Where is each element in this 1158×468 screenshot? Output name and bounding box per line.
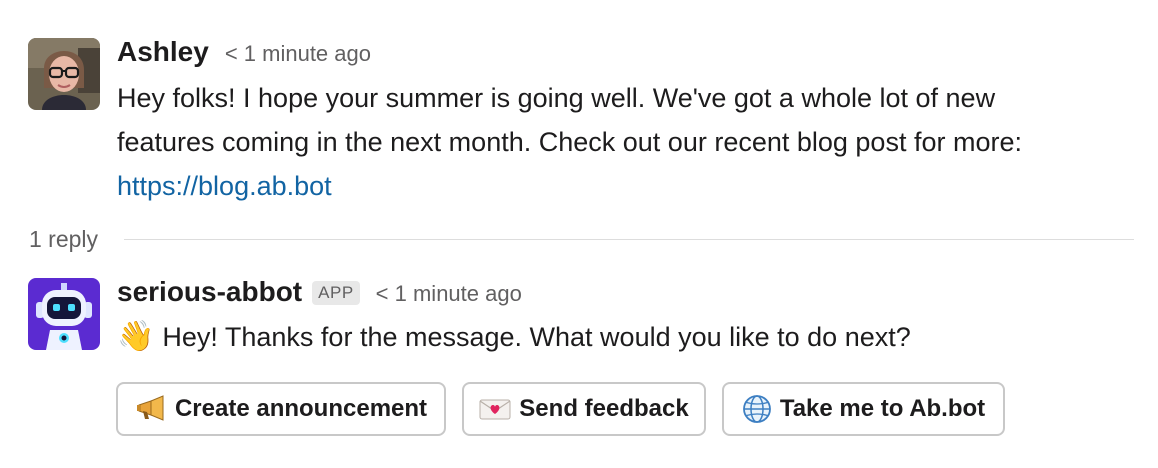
ashley-avatar[interactable] <box>28 38 100 110</box>
waving-hand-icon: 👋 <box>117 320 155 353</box>
button-label: Create announcement <box>174 395 428 422</box>
button-label: Take me to Ab.bot <box>779 395 986 422</box>
message-line: features coming in the next month. Check… <box>117 127 1022 157</box>
create-announcement-button[interactable]: Create announcement <box>116 382 446 436</box>
woman-with-glasses-avatar-icon <box>28 38 100 110</box>
button-label: Send feedback <box>519 395 689 422</box>
reply-count[interactable]: 1 reply <box>29 226 98 253</box>
globe-icon <box>742 394 772 424</box>
reply-body: 👋 Hey! Thanks for the message. What would… <box>117 315 911 359</box>
app-badge: APP <box>312 281 360 305</box>
timestamp[interactable]: < 1 minute ago <box>376 281 522 307</box>
message-header: Ashley < 1 minute ago <box>117 36 371 68</box>
message-body: Hey folks! I hope your summer is going w… <box>117 76 1022 208</box>
robot-avatar-icon <box>28 278 100 350</box>
reply-text: Hey! Thanks for the message. What would … <box>162 322 911 352</box>
thread-replies-row: 1 reply <box>29 226 1134 253</box>
author-name[interactable]: Ashley <box>117 36 209 68</box>
take-me-to-abbot-button[interactable]: Take me to Ab.bot <box>722 382 1005 436</box>
timestamp[interactable]: < 1 minute ago <box>225 41 371 67</box>
send-feedback-button[interactable]: Send feedback <box>462 382 706 436</box>
love-letter-icon <box>479 397 511 421</box>
megaphone-icon <box>135 395 167 423</box>
message-line: Hey folks! I hope your summer is going w… <box>117 83 996 113</box>
bot-avatar[interactable] <box>28 278 100 350</box>
divider <box>124 239 1134 240</box>
blog-link[interactable]: https://blog.ab.bot <box>117 171 332 201</box>
reply-header: serious-abbot APP < 1 minute ago <box>117 276 522 308</box>
bot-name[interactable]: serious-abbot <box>117 276 302 308</box>
